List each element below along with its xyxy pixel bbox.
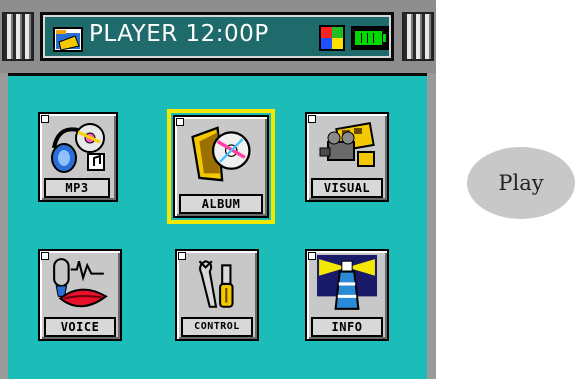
title-display: PLAYER 12:00P	[40, 12, 394, 61]
menu-item-label: VOICE	[44, 317, 116, 337]
lighthouse-icon	[317, 255, 377, 310]
title-bar: PLAYER 12:00P	[0, 0, 436, 73]
folder-icon	[53, 27, 83, 52]
player-device: PLAYER 12:00P MP3 ALBUM VISUAL VOICE CON…	[0, 0, 436, 379]
menu-item-label: MP3	[44, 178, 110, 198]
menu-item-visual[interactable]: VISUAL	[305, 112, 389, 202]
menu-item-control[interactable]: CONTROL	[175, 249, 259, 341]
menu-item-info[interactable]: INFO	[305, 249, 389, 341]
play-button[interactable]: Play	[467, 147, 575, 219]
title-text: PLAYER 12:00P	[89, 21, 269, 47]
menu-item-album[interactable]: ALBUM	[173, 115, 269, 218]
windows-logo-icon	[319, 25, 345, 51]
tools-icon	[198, 260, 234, 308]
battery-icon	[351, 26, 389, 50]
menu-item-voice[interactable]: VOICE	[38, 249, 122, 341]
menu-item-label: ALBUM	[179, 194, 263, 214]
microphone-lips-icon	[53, 258, 108, 308]
menu-item-label: INFO	[311, 317, 383, 337]
album-cd-icon	[191, 126, 251, 182]
menu-item-mp3[interactable]: MP3	[38, 112, 118, 202]
film-projector-icon	[319, 122, 375, 167]
menu-item-label: CONTROL	[181, 317, 253, 337]
menu-item-label: VISUAL	[311, 178, 383, 198]
right-grip	[402, 12, 434, 61]
headphones-cd-icon	[51, 123, 105, 173]
left-grip	[2, 12, 34, 61]
menu-screen: MP3 ALBUM VISUAL VOICE CONTROL INFO	[8, 73, 427, 379]
